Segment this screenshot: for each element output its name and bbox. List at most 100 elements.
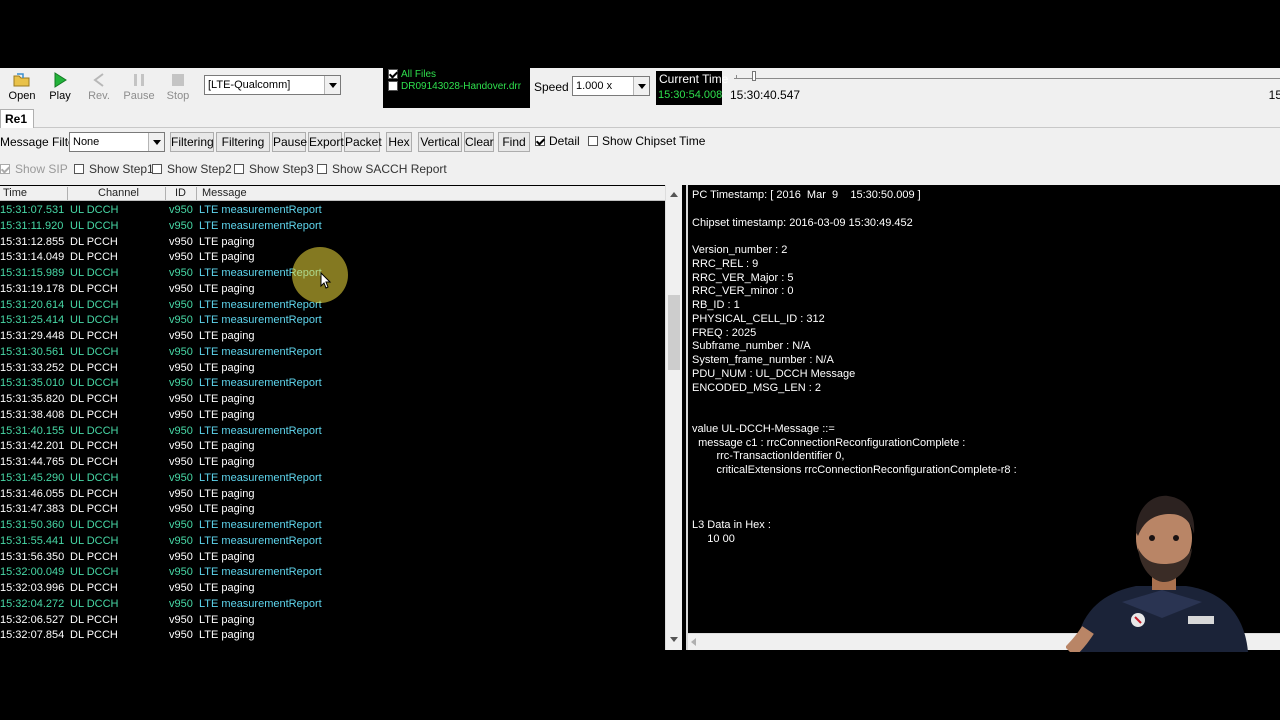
tab-re1[interactable]: Re1 (0, 109, 35, 128)
cell-time: 15:31:20.614 (0, 298, 65, 311)
show-chipset-time-option[interactable]: Show Chipset Time (588, 134, 705, 148)
column-divider[interactable] (67, 187, 68, 200)
show-step2-checkbox[interactable] (152, 163, 162, 174)
file-checkbox[interactable] (388, 81, 398, 92)
cell-channel: DL PCCH (70, 613, 118, 626)
table-row[interactable]: 15:31:30.561 UL DCCH v950 LTE measurementRe… (0, 345, 665, 361)
file-option[interactable]: DR09143028-Handover.drr (388, 81, 530, 92)
table-row[interactable]: 15:32:00.049 UL DCCH v950 LTE measurementRe… (0, 565, 665, 581)
column-header-message[interactable]: Message (202, 187, 247, 200)
table-row[interactable]: 15:31:56.350 DL PCCH v950 LTE paging (0, 550, 665, 566)
cell-time: 15:31:44.765 (0, 456, 65, 468)
filtering-button[interactable]: Filtering (170, 132, 214, 152)
table-row[interactable]: 15:32:06.527 DL PCCH v950 LTE paging (0, 613, 665, 629)
cell-channel: UL DCCH (70, 345, 119, 358)
clear-button[interactable]: Clear (464, 132, 494, 152)
packet-button[interactable]: Packet (344, 132, 382, 152)
table-row[interactable]: 15:31:11.920 UL DCCH v950 LTE measurementRe… (0, 219, 665, 235)
table-row[interactable]: 15:32:07.854 DL PCCH v950 LTE paging (0, 628, 665, 644)
table-row[interactable]: 15:31:38.408 DL PCCH v950 LTE paging (0, 408, 665, 424)
timeline-slider[interactable]: 15:30:40.547 15 (728, 68, 1280, 108)
stop-button[interactable]: Stop (158, 70, 198, 106)
cell-id: v950 (169, 519, 193, 531)
show-sip-option[interactable]: Show SIP (0, 162, 68, 176)
cell-time: 15:31:25.414 (0, 314, 65, 327)
column-header-channel[interactable]: Channel (98, 187, 139, 200)
column-divider[interactable] (196, 187, 197, 200)
table-row[interactable]: 15:31:12.855 DL PCCH v950 LTE paging (0, 235, 665, 251)
table-row[interactable]: 15:32:04.272 UL DCCH v950 LTE measurementRe… (0, 597, 665, 613)
cell-id: v950 (169, 440, 193, 453)
show-step2-option[interactable]: Show Step2 (152, 162, 232, 176)
show-step3-option[interactable]: Show Step3 (234, 162, 314, 176)
cell-id: v950 (169, 251, 193, 264)
table-row[interactable]: 15:31:33.252 DL PCCH v950 LTE paging (0, 361, 665, 377)
chevron-down-icon[interactable] (148, 133, 164, 151)
detail-checkbox[interactable] (535, 135, 545, 146)
speed-select[interactable]: 1.000 x (572, 76, 650, 96)
cell-id: v950 (169, 204, 193, 216)
table-row[interactable]: 15:31:47.383 DL PCCH v950 LTE paging (0, 502, 665, 518)
table-row[interactable]: 15:31:50.360 UL DCCH v950 LTE measurementRe… (0, 518, 665, 534)
scroll-thumb[interactable] (668, 295, 680, 370)
chevron-down-icon[interactable] (324, 76, 340, 94)
column-header-id[interactable]: ID (175, 187, 186, 200)
protocol-select[interactable]: [LTE-Qualcomm] (204, 75, 341, 95)
detail-line: RB_ID : 1 (692, 299, 740, 311)
vertical-button[interactable]: Vertical (418, 132, 462, 152)
table-row[interactable]: 15:31:55.441 UL DCCH v950 LTE measurementRe… (0, 534, 665, 550)
cell-message: LTE measurementReport (199, 345, 322, 358)
scroll-up-icon[interactable] (666, 187, 682, 203)
find-button[interactable]: Find (498, 132, 530, 152)
table-row[interactable]: 15:31:29.448 DL PCCH v950 LTE paging (0, 329, 665, 345)
table-row[interactable]: 15:31:45.290 UL DCCH v950 LTE measurementRe… (0, 471, 665, 487)
list-scrollbar[interactable] (665, 185, 682, 650)
table-row[interactable]: 15:31:46.055 DL PCCH v950 LTE paging (0, 487, 665, 503)
column-header-time[interactable]: Time (3, 187, 27, 200)
table-row[interactable]: 15:31:42.201 DL PCCH v950 LTE paging (0, 439, 665, 455)
all-files-checkbox[interactable] (388, 69, 398, 80)
pause-button[interactable]: Pause (119, 70, 159, 106)
table-row[interactable]: 15:31:44.765 DL PCCH v950 LTE paging (0, 455, 665, 471)
pause-icon (134, 74, 144, 86)
show-sacch-checkbox[interactable] (317, 163, 327, 174)
show-step1-option[interactable]: Show Step1 (74, 162, 154, 176)
table-row[interactable]: 15:31:40.155 UL DCCH v950 LTE measurementRe… (0, 424, 665, 440)
table-row[interactable]: 15:32:03.996 DL PCCH v950 LTE paging (0, 581, 665, 597)
scroll-left-icon[interactable] (691, 638, 696, 646)
show-sacch-option[interactable]: Show SACCH Report (317, 162, 447, 176)
table-row[interactable]: 15:31:07.531 UL DCCH v950 LTE measurementRe… (0, 203, 665, 219)
cell-channel: DL PCCH (70, 456, 118, 468)
table-row[interactable]: 15:31:25.414 UL DCCH v950 LTE measurementRe… (0, 313, 665, 329)
all-files-label: All Files (401, 69, 437, 80)
show-sip-checkbox[interactable] (0, 163, 10, 174)
detail-line: 10 00 (692, 532, 735, 545)
open-button[interactable]: Open (2, 70, 42, 106)
show-step3-checkbox[interactable] (234, 163, 244, 174)
column-divider[interactable] (165, 187, 166, 200)
pause-list-button[interactable]: Pause (272, 132, 307, 152)
cell-time: 15:31:35.010 (0, 377, 65, 390)
filtering2-button[interactable]: Filtering 2 (216, 132, 270, 167)
detail-line: FREQ : 2025 (692, 326, 757, 339)
chevron-down-icon[interactable] (633, 77, 649, 95)
message-filter-select[interactable]: None (69, 132, 165, 152)
cell-message: LTE paging (199, 550, 255, 563)
all-files-option[interactable]: All Files (388, 69, 436, 80)
show-chipset-time-checkbox[interactable] (588, 135, 598, 146)
play-button[interactable]: Play (40, 70, 80, 106)
cell-message: LTE measurementReport (199, 219, 322, 232)
show-step1-checkbox[interactable] (74, 163, 84, 174)
table-row[interactable]: 15:31:35.010 UL DCCH v950 LTE measurementRe… (0, 376, 665, 392)
cell-message: LTE measurementReport (199, 534, 322, 547)
scroll-down-icon[interactable] (666, 632, 682, 648)
detail-option[interactable]: Detail (535, 134, 580, 148)
timeline-thumb[interactable] (752, 71, 756, 81)
cell-channel: DL PCCH (70, 487, 118, 500)
table-row[interactable]: 15:31:35.820 DL PCCH v950 LTE paging (0, 392, 665, 408)
cell-message: LTE paging (199, 487, 255, 500)
cell-message: LTE measurementReport (199, 471, 322, 484)
hex-button[interactable]: Hex (386, 132, 412, 152)
export-button[interactable]: Export (308, 132, 344, 152)
rev-button[interactable]: Rev. (79, 70, 119, 106)
